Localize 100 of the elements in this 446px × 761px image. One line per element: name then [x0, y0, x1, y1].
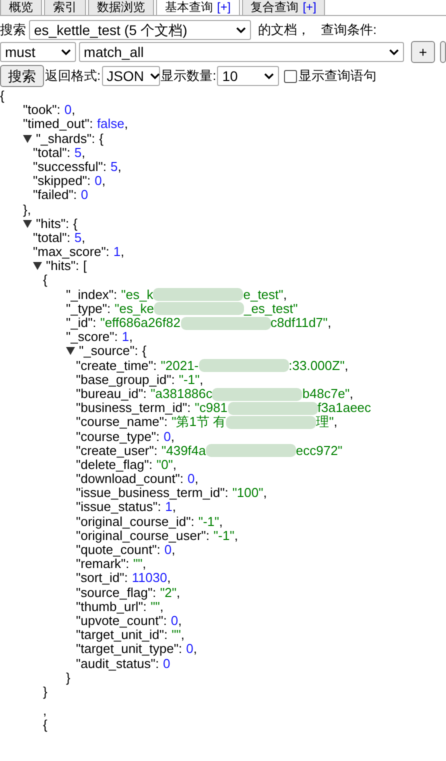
- json-value: 1: [113, 245, 121, 260]
- field-label: 显示数量:: [160, 67, 216, 86]
- json-key: "hits":: [46, 259, 80, 274]
- json-value: f3a1aeec: [318, 401, 372, 416]
- json-punctuation: },: [23, 202, 31, 217]
- json-key: "_index":: [66, 288, 118, 302]
- json-punctuation: ,: [129, 330, 133, 344]
- json-punctuation: ,: [124, 117, 128, 132]
- json-key: "original_course_id":: [76, 514, 194, 529]
- json-punctuation: ,: [263, 486, 267, 500]
- json-key: "remark":: [76, 557, 130, 572]
- tab[interactable]: 数据浏览: [88, 0, 154, 15]
- field-label: 搜索: [0, 21, 26, 40]
- json-value: "": [172, 628, 181, 642]
- checkbox-label: 显示查询语句: [298, 67, 376, 86]
- json-key: "quote_count":: [76, 543, 160, 558]
- json-value: "100": [232, 486, 264, 500]
- json-value: "-1": [178, 372, 200, 387]
- json-punctuation: ,: [283, 288, 287, 302]
- json-punctuation: {: [43, 718, 48, 732]
- json-key: "audit_status":: [76, 656, 159, 671]
- tab[interactable]: 索引: [44, 0, 86, 15]
- json-key: "source_flag":: [76, 586, 156, 600]
- tab[interactable]: 基本查询 [+]: [156, 0, 240, 15]
- json-value: 0: [170, 614, 178, 628]
- field-label: 返回格式:: [45, 67, 101, 86]
- json-value: false: [96, 117, 124, 132]
- json-key: "course_type":: [76, 430, 160, 444]
- json-key: "target_unit_id":: [76, 628, 168, 642]
- json-punctuation: ,: [102, 174, 106, 188]
- json-punctuation: {: [73, 216, 78, 231]
- json-punctuation: ,: [194, 472, 198, 486]
- json-key: "thumb_url":: [76, 600, 147, 614]
- json-punctuation: ,: [120, 245, 124, 260]
- json-value: 1: [122, 330, 130, 344]
- collapse-triangle-icon[interactable]: [23, 134, 32, 143]
- json-key: "issue_status":: [76, 500, 162, 515]
- json-punctuation: ,: [234, 528, 238, 544]
- json-value: "es_ke: [114, 302, 154, 316]
- select-field[interactable]: JSON: [102, 66, 160, 86]
- add-button[interactable]: +: [410, 41, 436, 63]
- json-value: 5: [74, 146, 82, 160]
- json-value: c8df11d7": [270, 316, 328, 330]
- json-value: 5: [110, 160, 118, 174]
- json-key: "_id":: [66, 316, 96, 330]
- json-key: "_shards":: [36, 132, 96, 146]
- caret-icon: [264, 72, 274, 80]
- collapse-triangle-icon[interactable]: [23, 220, 32, 228]
- tab[interactable]: 概览: [0, 0, 42, 15]
- json-punctuation: ,: [72, 103, 76, 118]
- field-label: 查询条件:: [321, 21, 377, 40]
- json-key: "hits":: [36, 216, 70, 231]
- json-value: 0: [164, 430, 171, 444]
- select-field[interactable]: es_kettle_test (5 个文档): [29, 20, 251, 40]
- json-punctuation: }: [43, 684, 48, 700]
- json-value: "2021-: [160, 358, 199, 373]
- json-punctuation: ,: [167, 571, 171, 586]
- checkbox[interactable]: [284, 70, 298, 82]
- select-field[interactable]: 10: [217, 66, 280, 86]
- json-key: "create_time":: [76, 358, 157, 373]
- json-value: :33.000Z": [288, 358, 345, 373]
- select-field[interactable]: match_all: [78, 42, 404, 62]
- json-key: "successful":: [33, 160, 107, 174]
- json-key: "business_term_id":: [76, 401, 191, 416]
- json-key: "took":: [23, 103, 60, 118]
- json-key: "create_user":: [76, 444, 158, 458]
- json-punctuation: ,: [178, 614, 182, 628]
- field-label: 的文档，: [258, 21, 310, 40]
- json-value: e_test": [243, 288, 284, 302]
- button[interactable]: [440, 41, 446, 63]
- json-key: "target_unit_type":: [76, 642, 182, 657]
- json-punctuation: ,: [334, 415, 338, 430]
- json-key: "course_name":: [76, 415, 168, 430]
- json-key: "download_count":: [76, 472, 184, 486]
- json-value: "0": [156, 458, 173, 472]
- json-punctuation: ,: [180, 628, 184, 642]
- json-key: "_type":: [66, 302, 111, 316]
- caret-icon: [60, 48, 71, 56]
- json-punctuation: ,: [193, 642, 197, 657]
- select-field[interactable]: must: [0, 42, 76, 62]
- json-key: "_score":: [66, 330, 118, 344]
- json-value: "2": [160, 586, 177, 600]
- json-key: "bureau_id":: [76, 386, 147, 402]
- json-key: "max_score":: [33, 245, 110, 260]
- search-button[interactable]: 搜索: [0, 65, 44, 87]
- json-punctuation: ,: [328, 316, 332, 330]
- collapse-triangle-icon[interactable]: [33, 262, 42, 270]
- json-value: 5: [74, 230, 82, 246]
- json-value: "": [150, 600, 160, 614]
- caret-icon: [388, 48, 399, 56]
- json-punctuation: {: [43, 273, 48, 288]
- json-punctuation: ,: [170, 430, 175, 444]
- json-key: "timed_out":: [23, 117, 93, 132]
- json-punctuation: ,: [160, 600, 164, 614]
- json-key: "sort_id":: [76, 571, 128, 586]
- caret-icon: [236, 26, 246, 34]
- collapse-triangle-icon[interactable]: [66, 347, 75, 356]
- tab[interactable]: 复合查询 [+]: [242, 0, 326, 15]
- json-value: 1: [165, 500, 172, 515]
- json-punctuation: ,: [142, 557, 146, 572]
